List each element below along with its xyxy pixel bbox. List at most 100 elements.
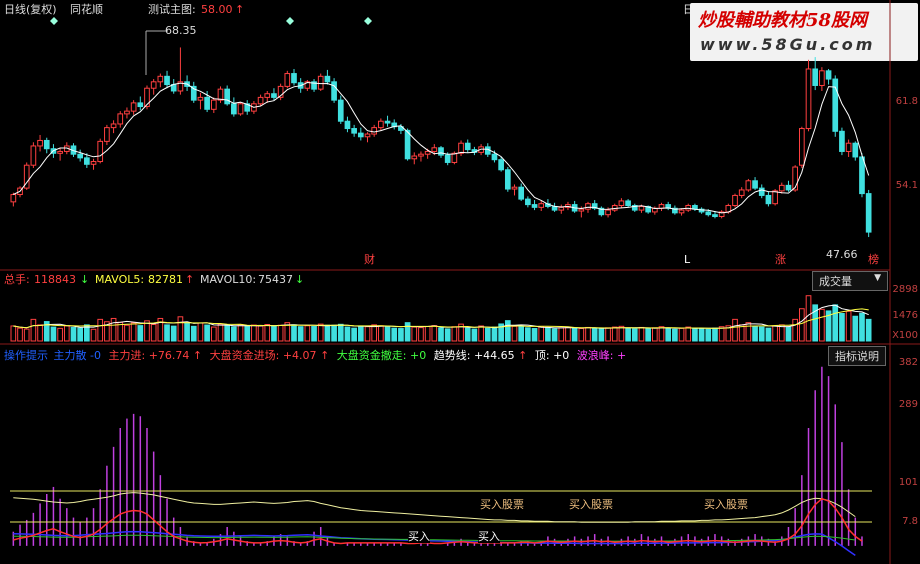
candle-body [825,70,832,80]
volume-bar [344,326,351,342]
volume-bar [364,326,371,342]
volume-arrow: ↓ [80,273,90,286]
volume-bar [451,326,458,342]
volume-bar [170,325,177,342]
volume-label: 总手: [4,273,30,286]
volume-bar [371,324,378,342]
volume-axis-tick-1: 2898 [892,284,918,295]
volume-bar [10,325,17,342]
candle-body [511,186,518,190]
volume-bar [337,323,344,342]
candle-body [344,120,351,130]
legend-hint-label: 操作提示 [4,349,48,362]
volume-bar [237,324,244,342]
volume-bar [518,326,525,342]
legend-zhuli-arrow: ↑ [192,349,203,362]
volume-bar [852,315,859,342]
volume-bar [605,327,611,342]
volume-bar [765,327,772,342]
candle-body [531,204,538,208]
volume-bar [511,325,518,342]
candle-body [197,96,204,101]
signal-buy-stock-1: 买入股票 [480,498,524,511]
volume-bar [578,328,585,342]
legend-wave-value: + [617,349,627,362]
volume-bar [324,324,331,342]
candle-body [845,142,852,152]
volume-bar [164,324,170,342]
indicator-axis-tick-1: 382 [898,357,918,368]
candle-body [110,123,117,129]
volume-bar [618,325,625,342]
candle-body [785,184,792,191]
volume-bar [37,324,43,342]
candle-body [10,194,17,203]
candle-body [525,198,531,206]
volume-bar [217,323,224,342]
candle-body [625,200,631,207]
volume-bar [558,327,565,342]
volume-bar [611,326,618,342]
candle-body [384,120,391,124]
volume-bar [651,327,658,342]
legend-top-label: 顶: [534,349,550,362]
volume-bar [792,318,798,342]
price-axis-tick-2: 54.1 [895,180,918,191]
candle-body [97,140,104,163]
indicator-explain-button[interactable]: 指标说明 [828,346,886,366]
volume-bar [645,328,651,342]
volume-bar [819,308,825,342]
candle-body [865,193,872,233]
volume-bar [97,318,104,342]
volume-bar [484,327,491,342]
mavol5-arrow: ↑ [185,273,195,286]
legend-fund-in-label: 大盘资金进场: [209,349,280,362]
volume-bar [551,328,558,342]
volume-indicator-dropdown[interactable]: 成交量 ▼ [812,271,888,291]
volume-ma5-line [13,304,869,329]
volume-bar [231,326,237,342]
legend-fund-out-value: +0 [410,349,427,362]
volume-bar [404,322,411,342]
high-price-label: 68.35 [165,24,197,37]
marker-cai: 财 [364,253,375,266]
volume-bar [598,328,605,342]
candle-body [765,194,772,205]
volume-bar [738,324,745,342]
legend-trend-label: 趋势线: [433,349,471,362]
candle-body [772,190,778,205]
volume-bar [798,308,805,342]
legend-fund-in-arrow: ↑ [320,349,330,362]
volume-bar [778,324,785,342]
legend-sanhu-label: 主力散 [53,349,87,362]
candle-body [150,81,157,89]
candle-body [357,132,364,138]
candle-body [518,186,525,200]
candle-body [458,142,464,154]
volume-bar [471,328,478,342]
diamond-marker-1 [50,17,58,25]
price-axis-tick-1: 61.8 [895,96,918,107]
volume-bar [264,324,271,342]
candle-body [585,203,591,210]
volume-bar [30,318,37,342]
candle-body [504,169,511,190]
candle-body [264,93,271,98]
candle-body [812,68,819,86]
candle-body [217,88,224,101]
candle-body [130,102,137,112]
candle-body [124,110,130,115]
volume-bar [772,325,778,342]
volume-bar [23,328,30,342]
candle-body [204,96,210,110]
marker-bang: 榜 [868,253,879,266]
candle-body [284,73,291,87]
volume-bar [565,326,571,342]
volume-bar [685,326,692,342]
candle-body [638,205,645,211]
candle-body [805,68,812,130]
candle-body [852,142,859,158]
volume-bars [10,295,872,342]
candle-body [371,127,378,135]
volume-bar [317,323,324,342]
